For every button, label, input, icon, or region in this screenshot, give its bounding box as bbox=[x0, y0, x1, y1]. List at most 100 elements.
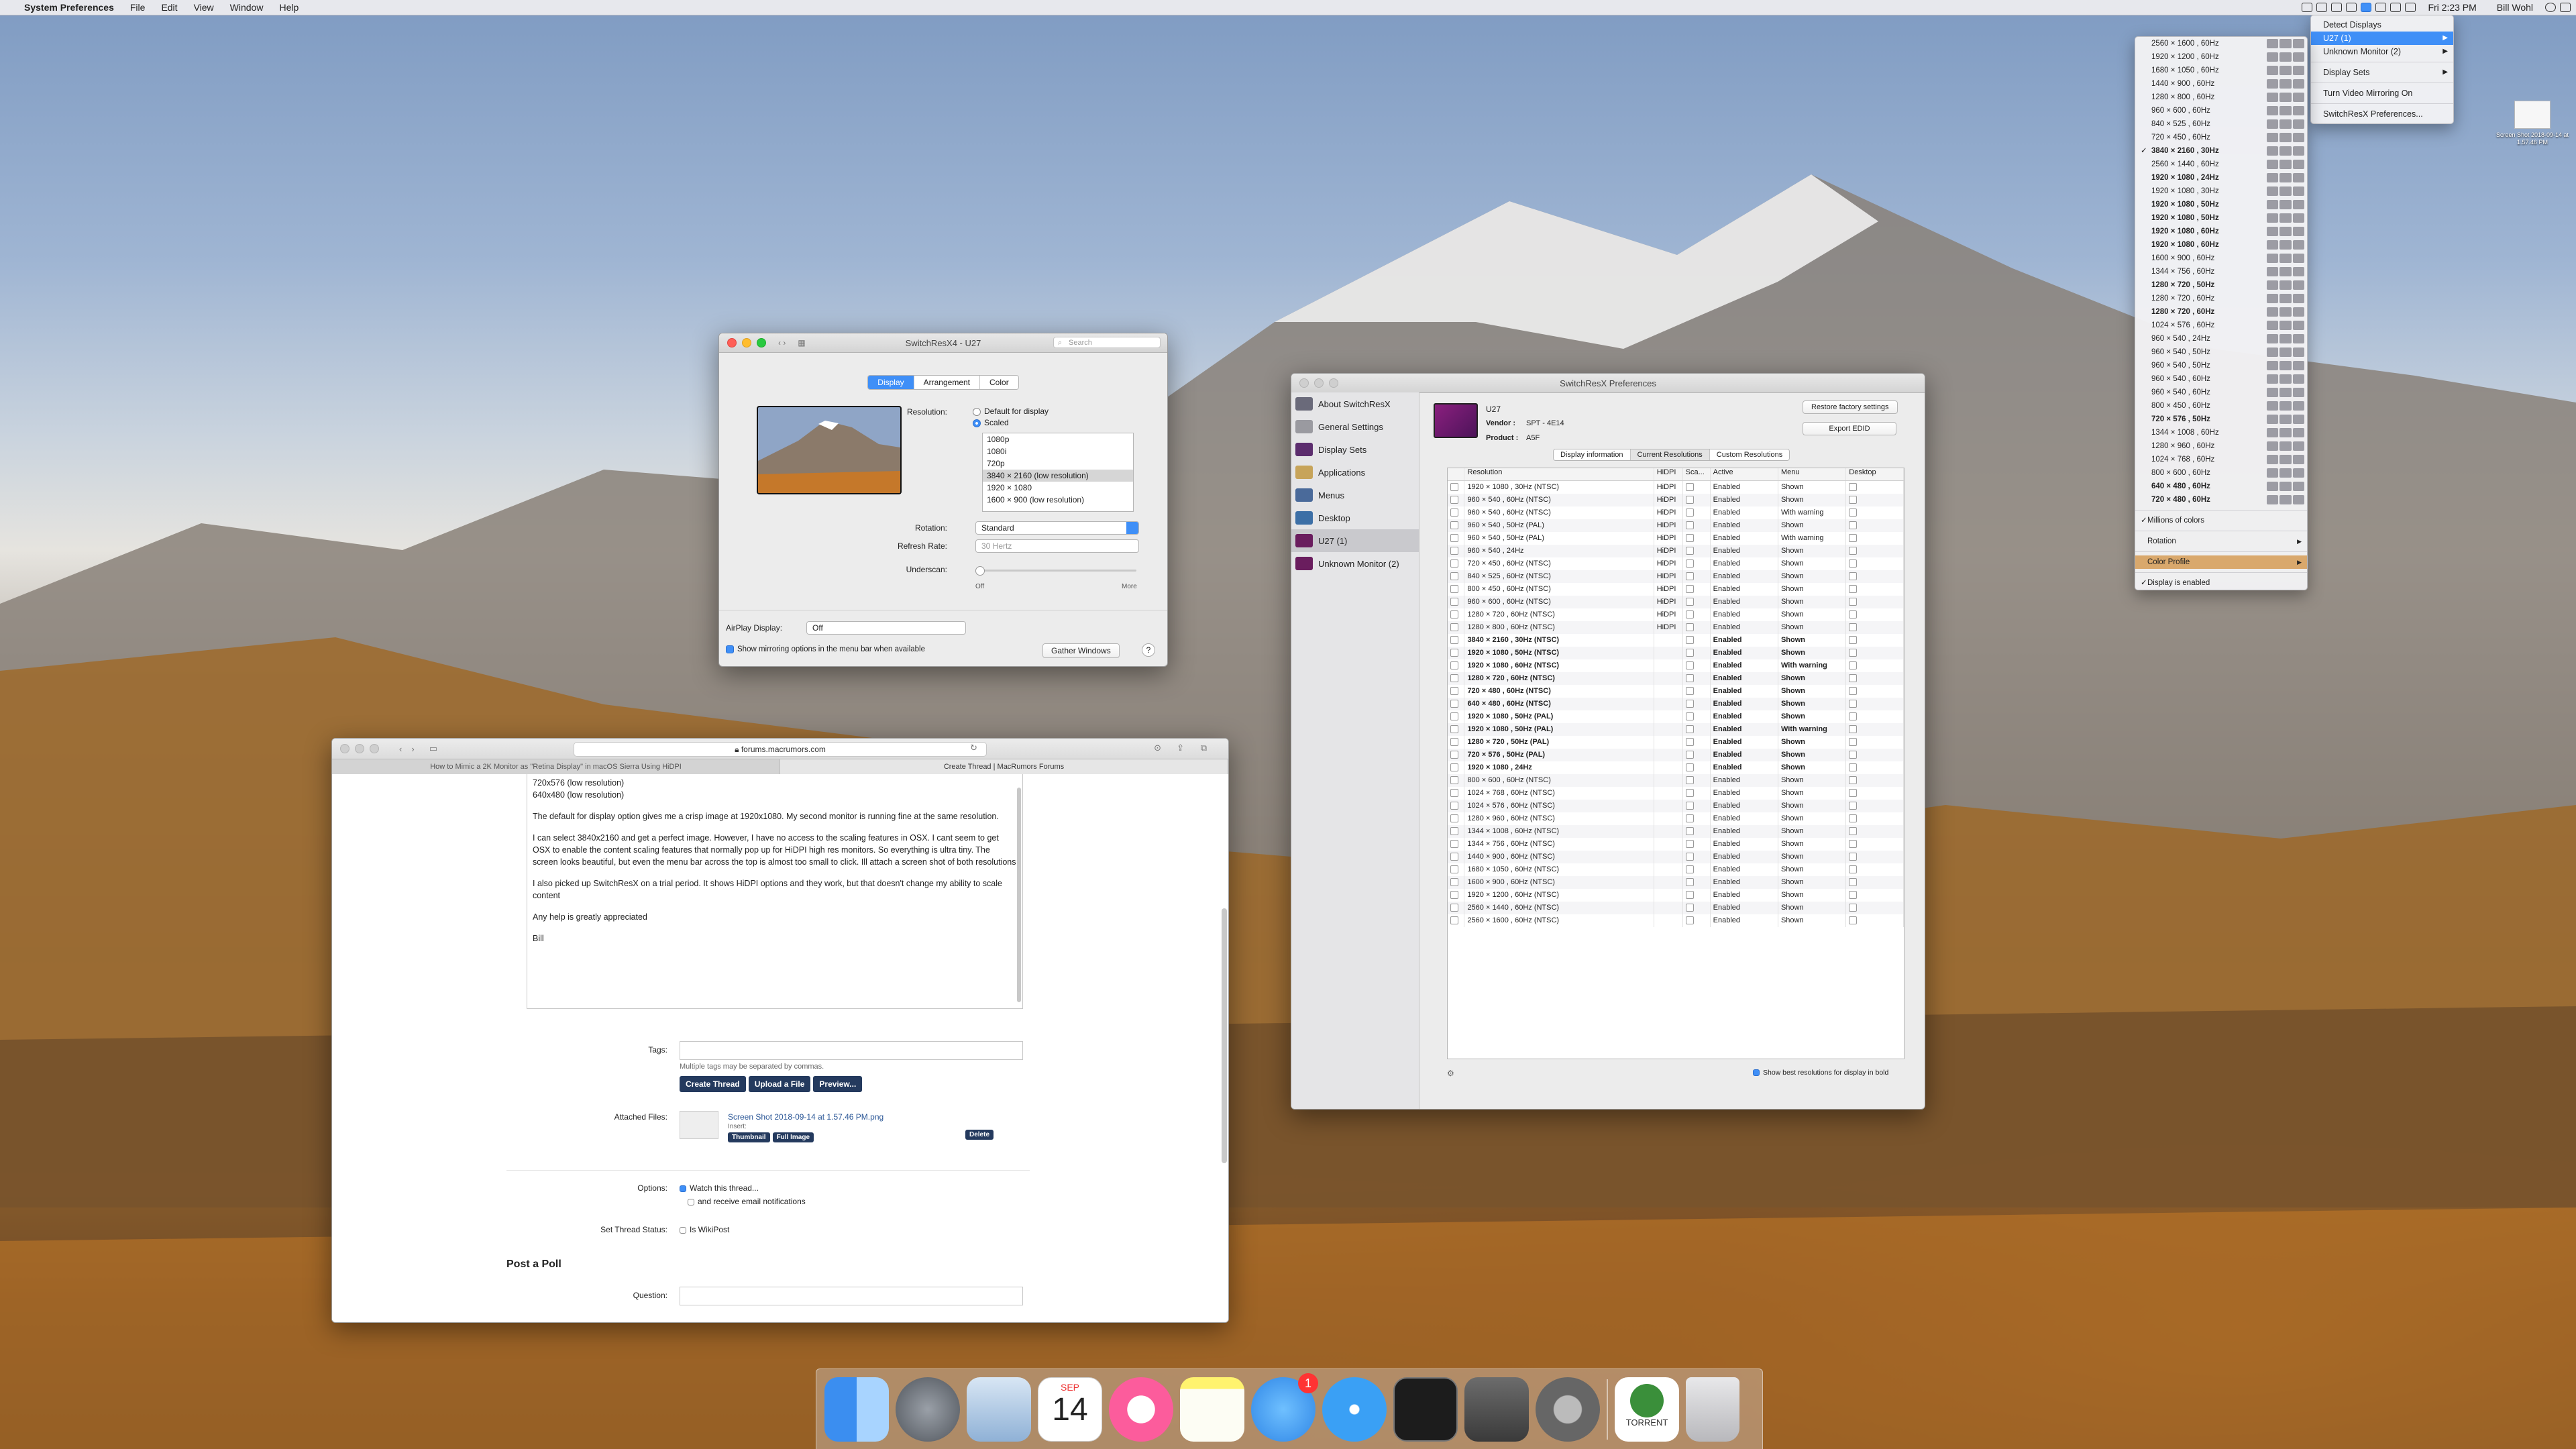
row-checkbox[interactable] bbox=[1448, 800, 1465, 812]
menu-popup[interactable]: Shown bbox=[1778, 761, 1847, 774]
table-row[interactable]: 1024 × 768 , 60Hz (NTSC) Enabled Shown bbox=[1448, 787, 1904, 800]
desktop-checkbox[interactable] bbox=[1846, 545, 1904, 557]
row-checkbox[interactable] bbox=[1448, 698, 1465, 710]
scaled-checkbox[interactable] bbox=[1683, 914, 1711, 927]
menu-popup[interactable]: Shown bbox=[1778, 863, 1847, 876]
row-checkbox[interactable] bbox=[1448, 902, 1465, 914]
zoom-icon[interactable] bbox=[370, 744, 379, 753]
gather-windows-button[interactable]: Gather Windows bbox=[1042, 643, 1120, 658]
checkbox-icon[interactable] bbox=[1450, 712, 1458, 721]
settings-gear-icon[interactable]: ⚙ bbox=[1447, 1069, 1454, 1078]
torrent-icon[interactable]: TORRENT bbox=[1615, 1377, 1679, 1442]
checkbox-icon[interactable] bbox=[1685, 814, 1694, 823]
menu-popup[interactable]: Shown bbox=[1778, 608, 1847, 621]
scaled-checkbox[interactable] bbox=[1683, 494, 1711, 506]
resolution-menu-item[interactable]: 1920 × 1080 , 30Hz bbox=[2135, 184, 2307, 198]
scaled-checkbox[interactable] bbox=[1683, 736, 1711, 749]
checkbox-icon[interactable] bbox=[1849, 687, 1858, 696]
desktop-checkbox[interactable] bbox=[1846, 812, 1904, 825]
resolution-menu-item[interactable]: 960 × 540 , 60Hz bbox=[2135, 372, 2307, 386]
status-icon-3[interactable] bbox=[2331, 3, 2343, 12]
menubar-user[interactable]: Bill Wohl bbox=[2489, 2, 2541, 13]
create-thread-button[interactable]: Create Thread bbox=[680, 1076, 746, 1092]
checkbox-icon[interactable] bbox=[1685, 751, 1694, 759]
resolution-list-item[interactable]: 1080i bbox=[983, 445, 1133, 458]
row-checkbox[interactable] bbox=[1448, 596, 1465, 608]
search-field[interactable]: ⌕ Search bbox=[1053, 337, 1161, 348]
active-popup[interactable]: Enabled bbox=[1711, 506, 1778, 519]
scaled-checkbox[interactable] bbox=[1683, 545, 1711, 557]
table-row[interactable]: 720 × 450 , 60Hz (NTSC) HiDPI Enabled Shown bbox=[1448, 557, 1904, 570]
active-popup[interactable]: Enabled bbox=[1711, 659, 1778, 672]
checkbox-icon[interactable] bbox=[1685, 865, 1694, 874]
checkbox-icon[interactable] bbox=[1849, 534, 1858, 543]
table-row[interactable]: 1280 × 960 , 60Hz (NTSC) Enabled Shown bbox=[1448, 812, 1904, 825]
menu-popup[interactable]: With warning bbox=[1778, 506, 1847, 519]
desktop-checkbox[interactable] bbox=[1846, 557, 1904, 570]
tags-input[interactable] bbox=[680, 1041, 1023, 1060]
mail-icon[interactable] bbox=[967, 1377, 1031, 1442]
row-checkbox[interactable] bbox=[1448, 481, 1465, 494]
resolution-menu-item[interactable]: 960 × 540 , 60Hz bbox=[2135, 386, 2307, 399]
menu-item-display-enabled[interactable]: ✓ Display is enabled bbox=[2135, 576, 2307, 590]
resolution-menu-item[interactable]: 960 × 540 , 24Hz bbox=[2135, 332, 2307, 345]
desktop-file[interactable]: Screen Shot 2018-09-14 at 1.57.46 PM bbox=[2496, 101, 2569, 146]
sidebar-item-desktop[interactable]: Desktop bbox=[1291, 506, 1419, 529]
desktop-checkbox[interactable] bbox=[1846, 596, 1904, 608]
menu-popup[interactable]: Shown bbox=[1778, 545, 1847, 557]
desktop-checkbox[interactable] bbox=[1846, 800, 1904, 812]
menu-popup[interactable]: Shown bbox=[1778, 710, 1847, 723]
mirroring-checkbox[interactable]: Show mirroring options in the menu bar w… bbox=[726, 645, 925, 653]
checkbox-icon[interactable] bbox=[1450, 508, 1458, 517]
tab-custom-resolutions[interactable]: Custom Resolutions bbox=[1709, 449, 1790, 460]
menu-file[interactable]: File bbox=[122, 2, 154, 13]
menu-app-name[interactable]: System Preferences bbox=[16, 2, 122, 13]
resolution-menu-item[interactable]: 1680 × 1050 , 60Hz bbox=[2135, 64, 2307, 77]
checkbox-icon[interactable] bbox=[1849, 891, 1858, 900]
row-checkbox[interactable] bbox=[1448, 761, 1465, 774]
scaled-checkbox[interactable] bbox=[1683, 710, 1711, 723]
menu-popup[interactable]: Shown bbox=[1778, 621, 1847, 634]
resolution-menu-item[interactable]: 1280 × 720 , 60Hz bbox=[2135, 305, 2307, 319]
scaled-checkbox[interactable] bbox=[1683, 596, 1711, 608]
menu-item-unknown-monitor[interactable]: Unknown Monitor (2) ▶ bbox=[2311, 45, 2453, 58]
active-popup[interactable]: Enabled bbox=[1711, 863, 1778, 876]
row-checkbox[interactable] bbox=[1448, 506, 1465, 519]
checkbox-icon[interactable] bbox=[1685, 712, 1694, 721]
menu-popup[interactable]: Shown bbox=[1778, 876, 1847, 889]
table-row[interactable]: 960 × 540 , 60Hz (NTSC) HiDPI Enabled Shown bbox=[1448, 494, 1904, 506]
table-row[interactable]: 960 × 540 , 60Hz (NTSC) HiDPI Enabled With … bbox=[1448, 506, 1904, 519]
close-icon[interactable] bbox=[1299, 378, 1309, 388]
checkbox-icon[interactable] bbox=[1685, 802, 1694, 810]
scaled-checkbox[interactable] bbox=[1683, 902, 1711, 914]
active-popup[interactable]: Enabled bbox=[1711, 570, 1778, 583]
active-popup[interactable]: Enabled bbox=[1711, 494, 1778, 506]
underscan-slider[interactable] bbox=[975, 566, 1136, 576]
table-row[interactable]: 1344 × 756 , 60Hz (NTSC) Enabled Shown bbox=[1448, 838, 1904, 851]
sidebar-item-display-sets[interactable]: Display Sets bbox=[1291, 438, 1419, 461]
finder-icon[interactable] bbox=[824, 1377, 889, 1442]
underscan-slider-knob[interactable] bbox=[975, 566, 985, 576]
menu-popup[interactable]: Shown bbox=[1778, 583, 1847, 596]
checkbox-icon[interactable] bbox=[1685, 878, 1694, 887]
desktop-checkbox[interactable] bbox=[1846, 749, 1904, 761]
resolution-menu-item[interactable]: 1920 × 1080 , 50Hz bbox=[2135, 211, 2307, 225]
checkbox-icon[interactable] bbox=[1685, 661, 1694, 670]
row-checkbox[interactable] bbox=[1448, 914, 1465, 927]
table-row[interactable]: 1920 × 1080 , 50Hz (PAL) Enabled Shown bbox=[1448, 710, 1904, 723]
checkbox-icon[interactable] bbox=[1685, 827, 1694, 836]
scaled-checkbox[interactable] bbox=[1683, 659, 1711, 672]
desktop-checkbox[interactable] bbox=[1846, 494, 1904, 506]
scaled-checkbox[interactable] bbox=[1683, 812, 1711, 825]
menu-view[interactable]: View bbox=[186, 2, 222, 13]
sidebar-item-about[interactable]: About SwitchResX bbox=[1291, 392, 1419, 415]
checkbox-icon[interactable] bbox=[1450, 827, 1458, 836]
checkbox-icon[interactable] bbox=[1849, 853, 1858, 861]
menu-item-u27[interactable]: U27 (1) ▶ bbox=[2311, 32, 2453, 45]
menu-popup[interactable]: With warning bbox=[1778, 659, 1847, 672]
checkbox-icon[interactable] bbox=[1849, 865, 1858, 874]
checkbox-icon[interactable] bbox=[1849, 649, 1858, 657]
active-popup[interactable]: Enabled bbox=[1711, 545, 1778, 557]
menu-popup[interactable]: Shown bbox=[1778, 634, 1847, 647]
desktop-checkbox[interactable] bbox=[1846, 519, 1904, 532]
